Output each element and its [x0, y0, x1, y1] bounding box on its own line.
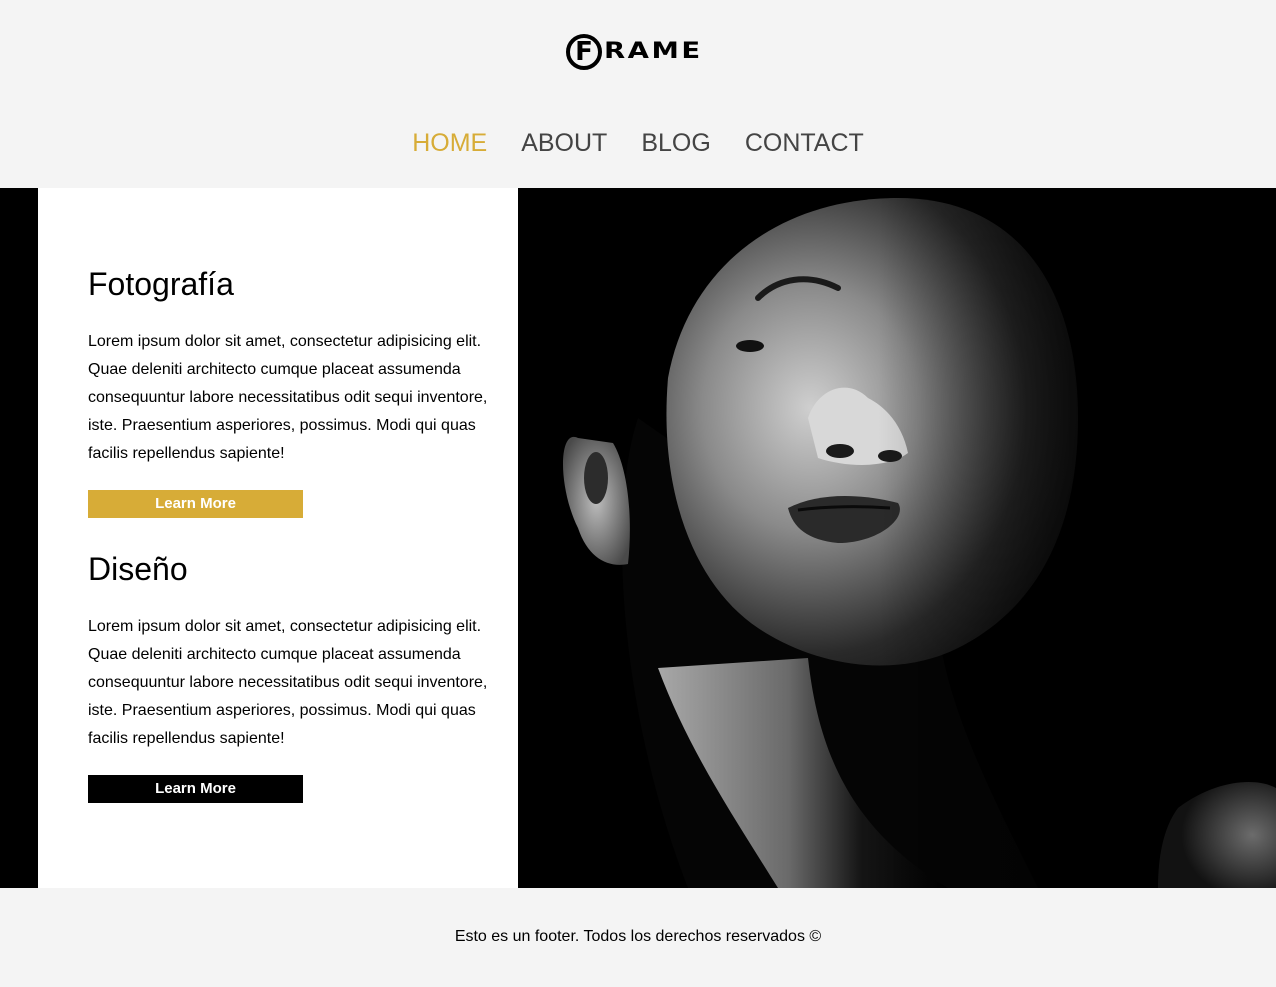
- section-diseno: Diseño Lorem ipsum dolor sit amet, conse…: [88, 549, 498, 803]
- logo-wordmark: RAME: [604, 39, 703, 64]
- section-body: Lorem ipsum dolor sit amet, consectetur …: [88, 333, 488, 462]
- nav-link-contact[interactable]: CONTACT: [745, 128, 864, 158]
- site-footer: Esto es un footer. Todos los derechos re…: [0, 888, 1276, 987]
- nav-link-blog[interactable]: BLOG: [641, 128, 710, 158]
- site-header: F RAME HOME ABOUT BLOG CONTACT: [0, 0, 1276, 188]
- main-nav: HOME ABOUT BLOG CONTACT: [0, 128, 1276, 158]
- section-title: Diseño: [88, 551, 188, 587]
- learn-more-button[interactable]: Learn More: [88, 490, 303, 518]
- section-title: Fotografía: [88, 266, 234, 302]
- frame-logo[interactable]: F RAME: [566, 29, 700, 74]
- content-panel: Fotografía Lorem ipsum dolor sit amet, c…: [38, 188, 518, 888]
- nav-link-about[interactable]: ABOUT: [521, 128, 607, 158]
- logo-circle-icon: F: [566, 33, 602, 70]
- footer-text: Esto es un footer. Todos los derechos re…: [454, 928, 822, 945]
- main-content: Fotografía Lorem ipsum dolor sit amet, c…: [0, 188, 1276, 888]
- hero-portrait-image: [518, 188, 1276, 888]
- section-body: Lorem ipsum dolor sit amet, consectetur …: [88, 618, 488, 747]
- section-fotografia: Fotografía Lorem ipsum dolor sit amet, c…: [88, 264, 498, 518]
- nav-link-home[interactable]: HOME: [412, 128, 487, 158]
- portrait-illustration: [518, 188, 1276, 888]
- learn-more-button[interactable]: Learn More: [88, 775, 303, 803]
